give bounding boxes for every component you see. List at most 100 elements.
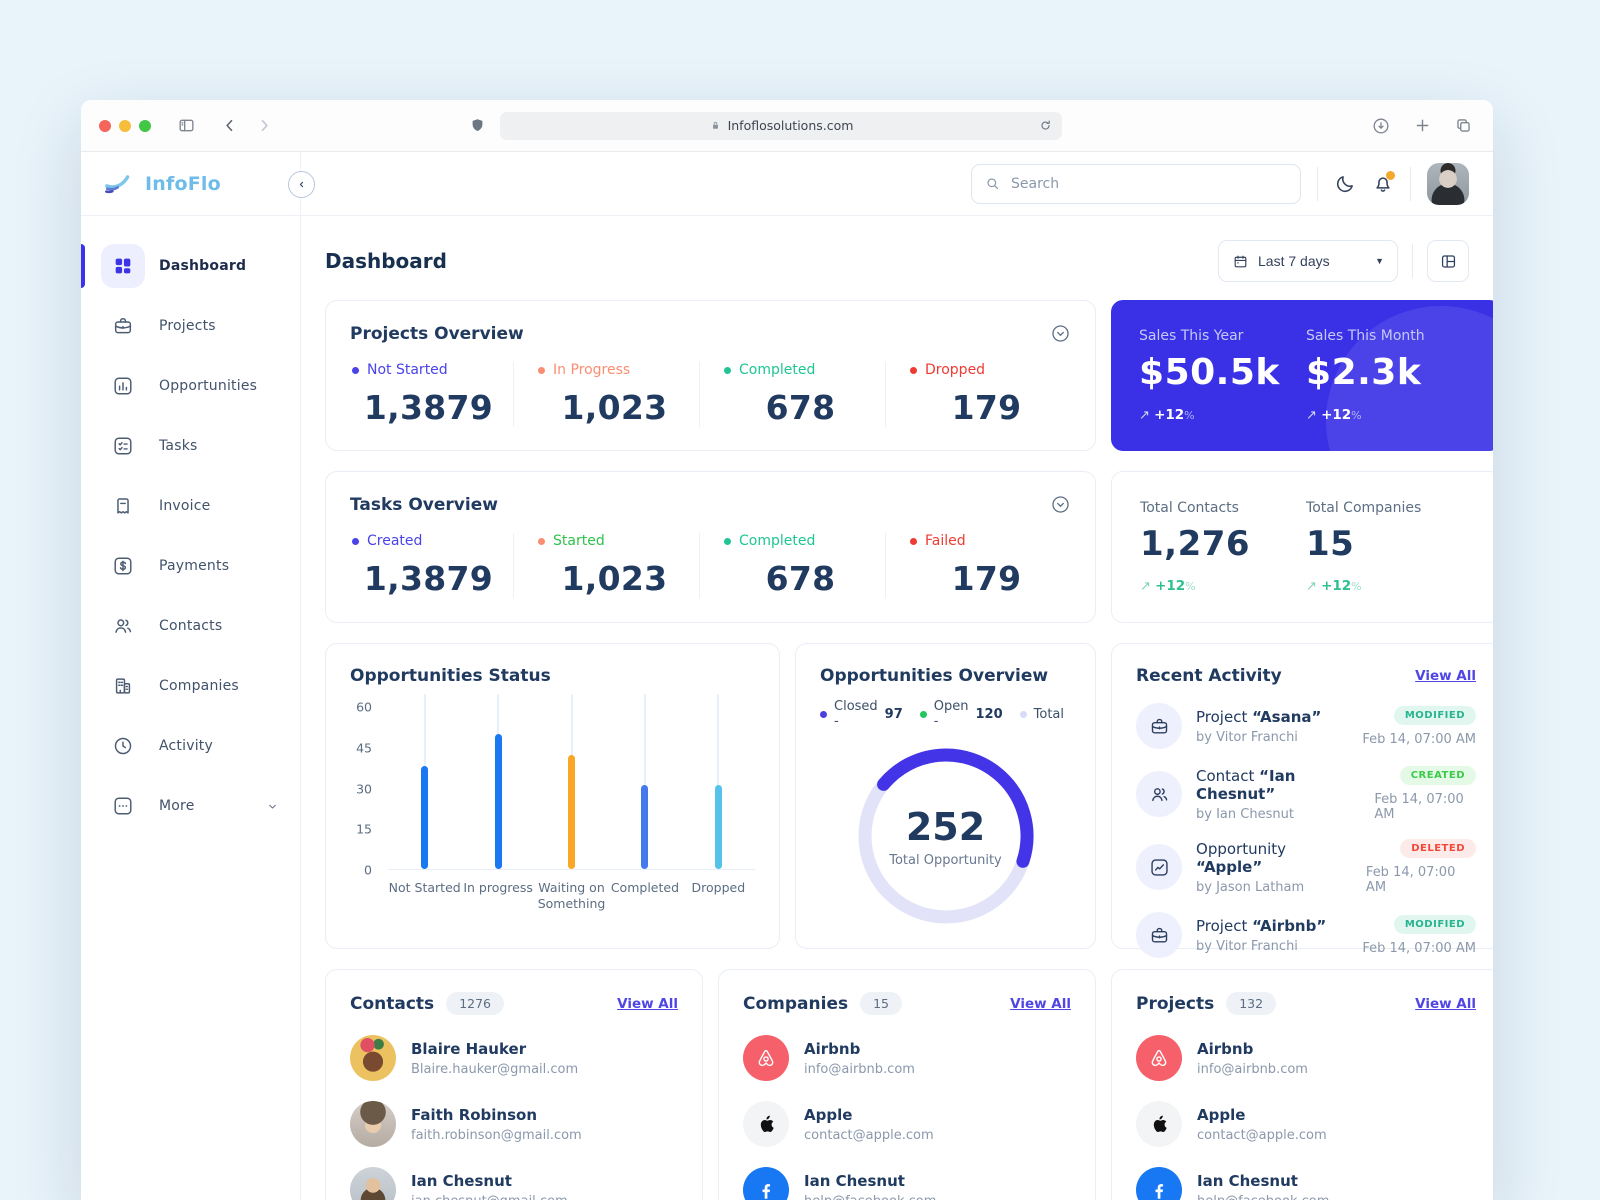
legend-value: 120 [975, 706, 1003, 722]
bar [568, 755, 576, 869]
view-all-link[interactable]: View All [1415, 668, 1476, 684]
layout-toggle-button[interactable] [1427, 240, 1469, 282]
activity-row[interactable]: Project “Asana” by Vitor Franchi MODIFIE… [1136, 703, 1477, 749]
user-avatar[interactable] [1427, 162, 1469, 205]
company-row[interactable]: Ian Chesnut help@facebook.com [743, 1167, 1071, 1200]
sidebar-item-icon [101, 544, 145, 588]
stat-dot [538, 537, 545, 545]
search-input[interactable] [1011, 175, 1288, 192]
contact-row[interactable]: Faith Robinson faith.robinson@gmail.com [350, 1101, 678, 1147]
project-row[interactable]: Apple contact@apple.com [1136, 1101, 1476, 1147]
close-window-button[interactable] [99, 119, 111, 132]
stat-cell: Failed 179 [885, 533, 1071, 598]
opportunities-status-card: Opportunities Status 0 15 30 45 60 Not Start… [325, 643, 780, 949]
contacts-list: Blaire Hauker Blaire.hauker@gmail.com Fa… [350, 1035, 678, 1200]
notification-badge [1386, 170, 1395, 180]
dark-mode-toggle[interactable] [1334, 173, 1356, 195]
chrome-actions [1371, 116, 1473, 136]
zoom-window-button[interactable] [139, 119, 151, 132]
activity-title: Opportunity “Apple” [1196, 839, 1287, 876]
y-tick: 45 [356, 740, 372, 756]
browser-forward-button[interactable] [255, 116, 274, 135]
contact-name: Blaire Hauker [411, 1039, 527, 1058]
view-all-link[interactable]: View All [1415, 996, 1476, 1012]
bar [641, 785, 649, 869]
sidebar-item[interactable]: Activity [81, 716, 300, 776]
activity-title: Project “Airbnb” [1196, 916, 1327, 935]
chevron-circle-icon[interactable] [1050, 494, 1071, 515]
browser-back-button[interactable] [220, 116, 239, 135]
date-range-value: Last 7 days [1258, 253, 1330, 269]
sidebar-item[interactable]: Opportunities [81, 356, 300, 416]
browser-sidebar-toggle-icon[interactable] [177, 116, 196, 135]
minimize-window-button[interactable] [119, 119, 131, 132]
sidebar-item[interactable]: Companies [81, 656, 300, 716]
activity-row[interactable]: Contact “Ian Chesnut” by Ian Chesnut CRE… [1136, 766, 1477, 822]
stat-label: Completed [739, 533, 816, 549]
traffic-lights [99, 119, 151, 132]
company-row[interactable]: Airbnb info@airbnb.com [743, 1035, 1071, 1081]
sidebar-item-icon [101, 424, 145, 468]
stat-label: Created [367, 533, 423, 549]
address-bar[interactable]: Infoflosolutions.com [500, 111, 1062, 140]
donut-chart: 252 Total Opportunity [851, 741, 1041, 931]
reload-icon[interactable] [1038, 118, 1053, 133]
card-title: Tasks Overview [350, 494, 498, 515]
sales-year-value: $50.5k [1139, 352, 1280, 393]
view-all-link[interactable]: View All [1010, 996, 1071, 1012]
downloads-icon[interactable] [1371, 116, 1391, 136]
activity-row[interactable]: Project “Airbnb” by Vitor Franchi MODIFI… [1136, 912, 1477, 958]
bar-chart-x-labels: Not Started In progress Waiting on Somethi… [388, 880, 755, 913]
donut-total-label: Total Opportunity [889, 852, 1002, 868]
legend-dot [820, 710, 827, 718]
view-all-link[interactable]: View All [617, 996, 678, 1012]
sidebar-item-label: Activity [159, 738, 213, 754]
recent-activity-card: Recent Activity View All Project “Asana” [1111, 643, 1493, 958]
bar-column [388, 694, 461, 869]
project-row[interactable]: Ian Chesnut help@facebook.com [1136, 1167, 1476, 1200]
stat-label: Failed [925, 533, 966, 549]
legend-label: Closed - [834, 699, 878, 729]
notifications-bell-icon[interactable] [1372, 170, 1395, 195]
infoflo-logo-icon [103, 171, 137, 196]
y-tick: 0 [364, 862, 372, 878]
chevron-circle-icon[interactable] [1050, 323, 1071, 344]
sidebar-item-icon [101, 724, 145, 768]
sidebar-item[interactable]: Payments [81, 536, 300, 596]
card-title: Contacts [350, 993, 435, 1014]
sidebar-collapse-button[interactable] [288, 171, 315, 198]
stat-label: In Progress [553, 362, 631, 378]
sidebar-item[interactable]: Contacts [81, 596, 300, 656]
projects-overview-card: Projects Overview Not Started 1,3879 In … [325, 300, 1097, 451]
contact-avatar [350, 1035, 396, 1081]
sidebar-item[interactable]: Invoice [81, 476, 300, 536]
status-badge: CREATED [1399, 766, 1477, 785]
contact-row[interactable]: Blaire Hauker Blaire.hauker@gmail.com [350, 1035, 678, 1081]
project-row[interactable]: Airbnb info@airbnb.com [1136, 1035, 1476, 1081]
date-range-dropdown[interactable]: Last 7 days ▼ [1218, 240, 1398, 282]
projects-list: Airbnb info@airbnb.com Apple contact@app… [1136, 1035, 1476, 1200]
tab-overview-icon[interactable] [1454, 116, 1473, 135]
contact-row[interactable]: Ian Chesnut ian.chesnut@gmail.com [350, 1167, 678, 1200]
logo[interactable]: InfoFlo [81, 152, 300, 216]
company-row[interactable]: Apple contact@apple.com [743, 1101, 1071, 1147]
sidebar-item[interactable]: More [81, 776, 300, 836]
sidebar-item[interactable]: Dashboard [81, 236, 300, 296]
search-box [971, 163, 1301, 204]
new-tab-icon[interactable] [1413, 116, 1432, 135]
activity-row[interactable]: Opportunity “Apple” by Jason Latham DELE… [1136, 839, 1477, 895]
page-title: Dashboard [325, 249, 447, 273]
sidebar-item-label: Dashboard [159, 258, 247, 274]
sidebar-item-icon [101, 304, 145, 348]
sidebar-item-icon [101, 484, 145, 528]
sidebar-item-label: Tasks [159, 438, 198, 454]
activity-time: Feb 14, 07:00 AM [1362, 940, 1477, 956]
tasks-overview-card: Tasks Overview Created 1,3879 Started 1,… [325, 471, 1097, 623]
company-email: help@facebook.com [804, 1194, 936, 1200]
sidebar-item[interactable]: Tasks [81, 416, 300, 476]
sidebar-item[interactable]: Projects [81, 296, 300, 356]
divider [1317, 166, 1318, 201]
divider [1412, 244, 1413, 278]
activity-type-icon [1136, 844, 1183, 890]
privacy-shield-icon[interactable] [469, 117, 486, 134]
